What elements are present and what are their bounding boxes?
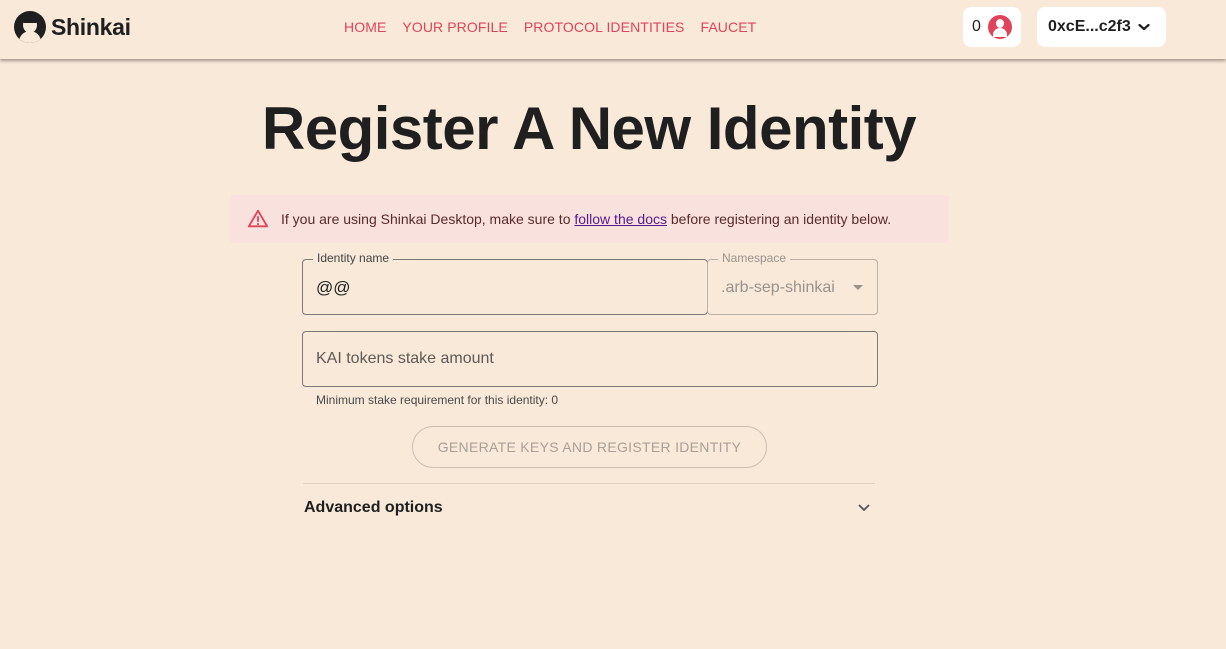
advanced-options-toggle[interactable]: Advanced options: [304, 499, 876, 519]
dropdown-caret-icon: [853, 285, 863, 290]
nav-protocol-identities[interactable]: PROTOCOL IDENTITIES: [524, 19, 685, 35]
stake-amount-input[interactable]: [303, 332, 877, 386]
page-title: Register A New Identity: [261, 95, 917, 162]
expand-chevron-icon: [858, 504, 870, 511]
top-bar: Shinkai HOME YOUR PROFILE PROTOCOL IDENT…: [0, 0, 1226, 59]
divider: [303, 483, 875, 484]
nav-your-profile[interactable]: YOUR PROFILE: [402, 19, 507, 35]
brand-name: Shinkai: [51, 13, 131, 40]
namespace-value: .arb-sep-shinkai: [721, 279, 835, 296]
main-nav: HOME YOUR PROFILE PROTOCOL IDENTITIES FA…: [344, 19, 772, 35]
alert-message: If you are using Shinkai Desktop, make s…: [281, 211, 891, 227]
nav-home[interactable]: HOME: [344, 19, 386, 35]
docs-link[interactable]: follow the docs: [574, 211, 667, 227]
identity-name-field[interactable]: Identity name @@: [302, 251, 708, 315]
alert-text-suffix: before registering an identity below.: [666, 211, 892, 227]
shinkai-logo-icon: [14, 11, 46, 43]
namespace-select[interactable]: Namespace .arb-sep-shinkai: [707, 251, 878, 315]
stake-amount-field[interactable]: [302, 331, 878, 387]
docs-alert: If you are using Shinkai Desktop, make s…: [230, 195, 949, 243]
namespace-label: Namespace: [718, 251, 791, 265]
identity-name-value: @@: [316, 278, 351, 297]
alert-text-prefix: If you are using Shinkai Desktop, make s…: [281, 211, 575, 227]
identity-name-label: Identity name: [313, 251, 394, 265]
advanced-options-label: Advanced options: [304, 499, 443, 516]
wallet-address: 0xcE...c2f3: [1048, 18, 1131, 35]
nav-faucet[interactable]: FAUCET: [700, 19, 756, 35]
token-count-button[interactable]: 0: [963, 7, 1021, 47]
chevron-down-icon: [1138, 23, 1150, 31]
warning-triangle-icon: [247, 209, 269, 228]
wallet-button[interactable]: 0xcE...c2f3: [1037, 7, 1166, 47]
user-avatar-icon: [987, 15, 1012, 39]
generate-keys-register-button[interactable]: GENERATE KEYS AND REGISTER IDENTITY: [412, 426, 767, 468]
token-count: 0: [972, 18, 981, 35]
brand-logo[interactable]: Shinkai: [14, 11, 131, 43]
stake-helper-text: Minimum stake requirement for this ident…: [316, 393, 559, 407]
